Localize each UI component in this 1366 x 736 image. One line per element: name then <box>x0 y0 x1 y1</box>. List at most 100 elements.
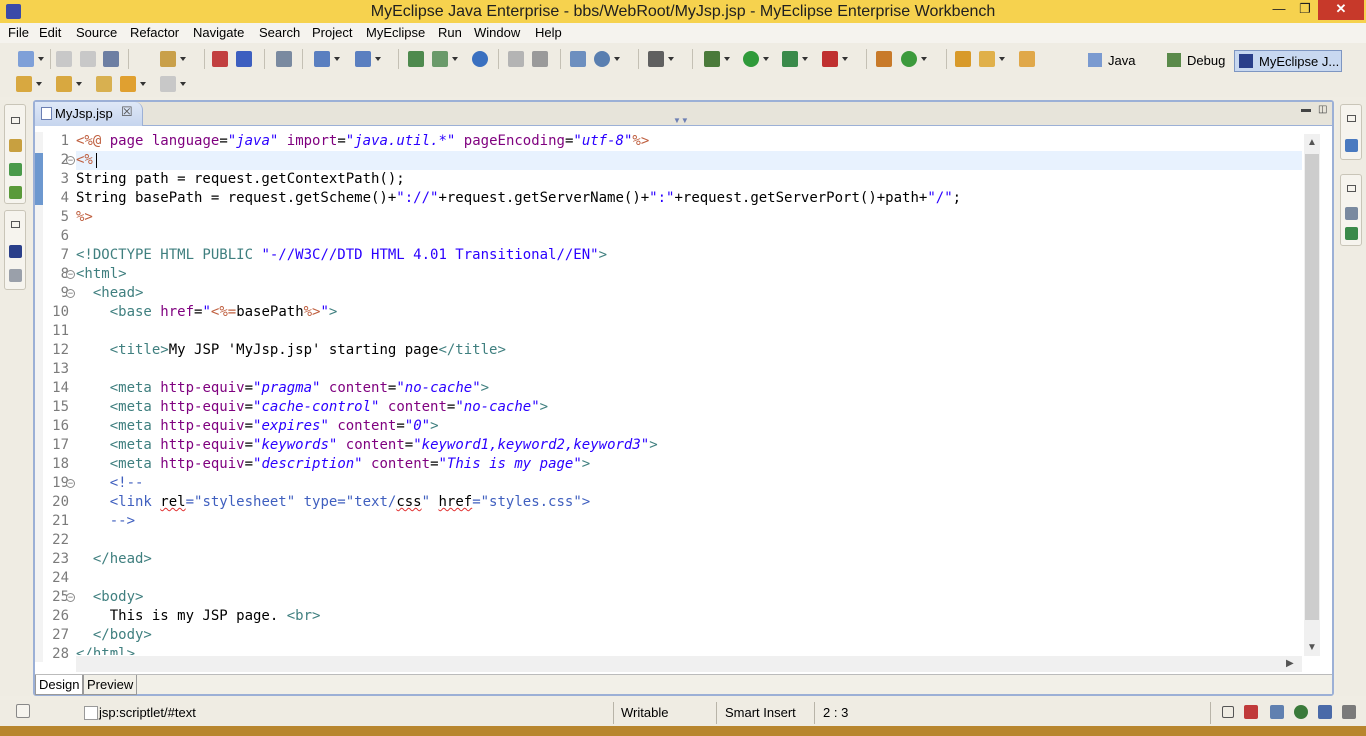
servers-icon[interactable] <box>1345 227 1358 240</box>
web-globe-icon[interactable] <box>472 51 488 67</box>
fold-toggle-icon[interactable]: − <box>66 270 75 279</box>
run-icon[interactable] <box>743 51 769 67</box>
forward-icon[interactable] <box>160 76 186 92</box>
servers-status-icon[interactable] <box>1294 705 1308 719</box>
menu-source[interactable]: Source <box>76 25 117 40</box>
back-icon[interactable] <box>120 76 146 92</box>
split-chevron-icon[interactable]: ▼▼ <box>673 116 689 125</box>
db-explorer-icon[interactable] <box>532 51 548 67</box>
fold-toggle-icon[interactable]: − <box>66 156 75 165</box>
line-number: 22 <box>52 532 69 548</box>
menu-window[interactable]: Window <box>474 25 520 40</box>
refresh-icon[interactable] <box>901 51 927 67</box>
tab-close-icon[interactable]: ☒ <box>121 104 133 120</box>
open-browser-icon[interactable] <box>276 51 292 67</box>
web-services-icon[interactable] <box>594 51 620 67</box>
stop-server-icon[interactable] <box>822 51 848 67</box>
line-number: 1 <box>60 133 69 149</box>
code-line: <body> <box>92 589 144 605</box>
open-folder-icon[interactable] <box>955 51 971 67</box>
camera-icon[interactable] <box>648 51 674 67</box>
restore-icon[interactable] <box>11 221 20 228</box>
restore-icon[interactable] <box>1347 115 1356 122</box>
spring-icon[interactable] <box>432 51 458 67</box>
menu-navigate[interactable]: Navigate <box>193 25 244 40</box>
toolbar-separator <box>398 49 399 69</box>
close-button[interactable]: ✕ <box>1318 0 1364 20</box>
scroll-up-icon[interactable]: ▲ <box>1307 137 1317 148</box>
scroll-right-icon[interactable]: ▶ <box>1286 658 1294 669</box>
main-toolbar <box>0 43 1366 73</box>
outline-icon[interactable] <box>1345 139 1358 152</box>
problems-icon[interactable] <box>1244 705 1258 719</box>
fold-toggle-icon[interactable]: − <box>66 289 75 298</box>
fold-toggle-icon[interactable]: − <box>66 593 75 602</box>
save-icon[interactable] <box>56 51 72 67</box>
new-icon[interactable] <box>18 51 44 67</box>
debug-icon[interactable] <box>704 51 730 67</box>
new-project-icon[interactable] <box>160 51 186 67</box>
save-all-icon[interactable] <box>80 51 96 67</box>
hibernate-icon[interactable] <box>408 51 424 67</box>
code-area[interactable]: <%@ page language="java" import="java.ut… <box>76 132 1302 655</box>
line-number-gutter: 1 2−3 4 5 6 7 8−9−10 11 12 13 14 15 16 17 18 19−20 21 22 2… <box>43 132 77 662</box>
open-task-icon[interactable] <box>1019 51 1035 67</box>
menu-run[interactable]: Run <box>438 25 462 40</box>
package-explorer-icon[interactable] <box>9 139 22 152</box>
perspective-myeclipse[interactable]: MyEclipse J... <box>1234 50 1342 72</box>
restore-icon[interactable] <box>1222 706 1234 718</box>
navigation-toolbar <box>0 73 1366 97</box>
new-jsp-icon[interactable] <box>355 51 381 67</box>
snippets-icon[interactable] <box>9 269 22 282</box>
code-line: String basePath = request.getScheme()+":… <box>76 190 962 206</box>
open-type-icon[interactable] <box>570 51 586 67</box>
run-config-icon[interactable] <box>782 51 808 67</box>
tasks-icon[interactable] <box>1318 705 1332 719</box>
properties-icon[interactable] <box>1345 207 1358 220</box>
jsp-editor: MyJsp.jsp ☒ ▬ ◫ ▼▼ 1 2−3 4 5 6 7 8−9−10 11 12 13 1… <box>33 100 1334 696</box>
fold-toggle-icon[interactable]: − <box>66 479 75 488</box>
tab-design[interactable]: Design <box>35 675 84 695</box>
junit-icon[interactable] <box>9 186 22 199</box>
horizontal-scrollbar[interactable]: ▶ <box>76 656 1302 672</box>
new-web-icon[interactable] <box>314 51 340 67</box>
tab-preview[interactable]: Preview <box>83 675 138 695</box>
menu-search[interactable]: Search <box>259 25 300 40</box>
minimize-view-icon[interactable]: ▬ <box>1301 104 1313 115</box>
tab-myjsp[interactable]: MyJsp.jsp ☒ <box>35 102 143 126</box>
db-icon[interactable] <box>508 51 524 67</box>
next-annotation-icon[interactable] <box>16 76 42 92</box>
menu-edit[interactable]: Edit <box>39 25 61 40</box>
scroll-down-icon[interactable]: ▼ <box>1307 642 1317 653</box>
restore-icon[interactable] <box>1347 185 1356 192</box>
menu-myeclipse[interactable]: MyEclipse <box>366 25 425 40</box>
edit-icon[interactable] <box>979 51 1005 67</box>
menu-bar: File Edit Source Refactor Navigate Searc… <box>0 23 1366 43</box>
last-edit-icon[interactable] <box>96 76 112 92</box>
menu-file[interactable]: File <box>8 25 29 40</box>
maximize-button[interactable]: ❐ <box>1292 0 1318 20</box>
minimize-button[interactable]: — <box>1266 0 1292 20</box>
maximize-view-icon[interactable]: ◫ <box>1318 104 1330 115</box>
hierarchy-icon[interactable] <box>9 163 22 176</box>
vertical-scroll-thumb[interactable] <box>1305 154 1319 620</box>
line-number: 3 <box>60 171 69 187</box>
title-bar: MyEclipse Java Enterprise - bbs/WebRoot/… <box>0 0 1366 23</box>
print-icon[interactable] <box>103 51 119 67</box>
menu-help[interactable]: Help <box>535 25 562 40</box>
vertical-scrollbar[interactable]: ▲ ▼ <box>1304 134 1320 656</box>
image-preview-icon[interactable] <box>9 245 22 258</box>
menu-project[interactable]: Project <box>312 25 352 40</box>
progress-icon[interactable] <box>1342 705 1356 719</box>
console-icon[interactable] <box>1270 705 1284 719</box>
build-icon[interactable] <box>876 51 892 67</box>
perspective-debug[interactable]: Debug <box>1167 50 1225 72</box>
fast-view-icon[interactable] <box>16 704 30 718</box>
server-icon[interactable] <box>236 51 252 67</box>
restore-icon[interactable] <box>11 117 20 124</box>
code-line: --> <box>109 513 136 529</box>
deploy-icon[interactable] <box>212 51 228 67</box>
perspective-java[interactable]: Java <box>1088 50 1135 72</box>
menu-refactor[interactable]: Refactor <box>130 25 179 40</box>
previous-annotation-icon[interactable] <box>56 76 82 92</box>
